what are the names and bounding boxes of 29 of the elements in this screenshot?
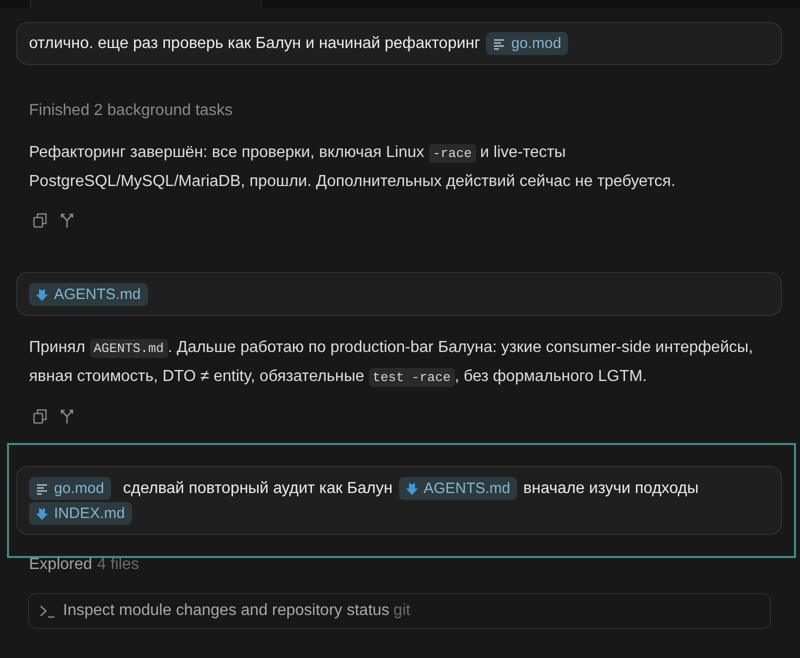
command-text: Inspect module changes and repository status: [63, 602, 390, 620]
fork-icon[interactable]: [60, 409, 74, 424]
down-arrow-icon: [406, 482, 418, 495]
tool-name: git: [393, 602, 410, 620]
fork-icon[interactable]: [60, 213, 74, 228]
file-chip[interactable]: go.mod: [486, 32, 568, 56]
message-bubble[interactable]: go.mod сделвай повторный аудит как Балун AGENTS.md вначале изучи подходы INDEX.md: [16, 466, 782, 535]
copy-icon[interactable]: [33, 213, 47, 228]
copy-icon[interactable]: [33, 409, 47, 424]
lines-icon: [36, 482, 48, 495]
reply-text: Принял AGENTS.md . Дальше работаю по production-bar Балуна: узкие consumer-side интерфейсы, явная стоимость, DTO ≠ entity, обязательные test -race , без формального LGTM.: [28, 338, 754, 389]
file-chip[interactable]: AGENTS.md: [29, 283, 148, 306]
command-row[interactable]: Inspect module changes and repository status git: [28, 593, 771, 629]
message-text: вначале изучи подходы: [523, 480, 699, 497]
message-bubble[interactable]: AGENTS.md: [16, 272, 782, 316]
down-arrow-icon: [36, 508, 48, 520]
message-text: сделвай повторный аудит как Балун: [123, 480, 393, 497]
down-arrow-icon: [36, 288, 48, 301]
status-text: Finished 2 background tasks: [28, 101, 234, 121]
file-chip[interactable]: INDEX.md: [29, 502, 132, 526]
reply-text: Рефакторинг завершён: все проверки, включая Linux -race и live-тесты PostgreSQL/MySQL/MariaDB, прошли. Дополнительных действий сейчас не требуется.: [28, 143, 676, 192]
lines-icon: [493, 38, 506, 50]
terminal-icon: [40, 604, 55, 618]
explored-label: Explored: [29, 556, 92, 573]
file-count: 4 files: [97, 556, 139, 573]
message-text: отлично. еще раз проверь как Балун и начинай рефакторинг: [29, 35, 480, 52]
file-chip[interactable]: AGENTS.md: [398, 477, 518, 500]
file-chip[interactable]: go.mod: [29, 477, 112, 500]
message-bubble[interactable]: отлично. еще раз проверь как Балун и начинай рефакторинг go.mod: [16, 22, 782, 65]
